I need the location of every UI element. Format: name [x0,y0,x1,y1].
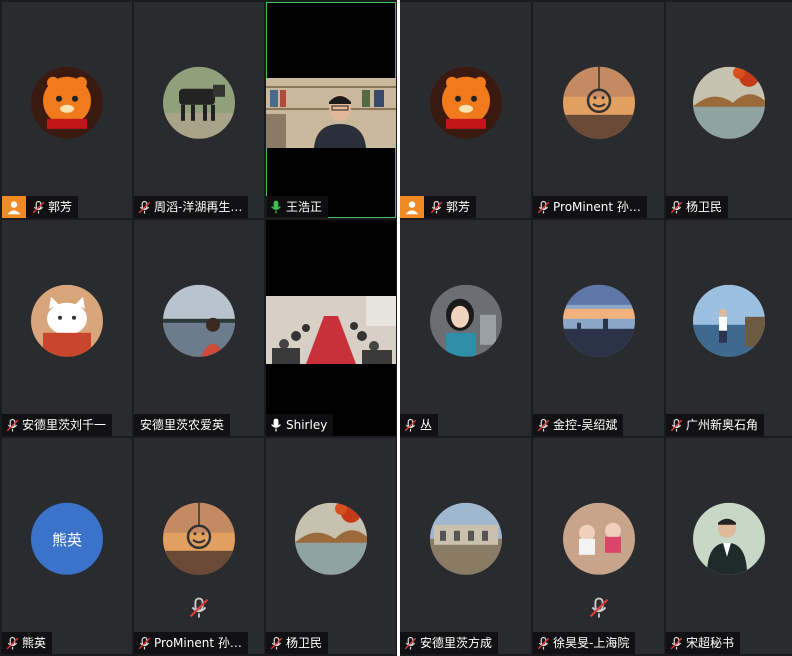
participant-name-bar: 熊英 [2,632,53,654]
mic-muted-icon [266,632,286,654]
participant-name-bar: 杨卫民 [666,196,729,218]
host-person-icon [400,196,424,218]
participant-tile[interactable]: 郭芳 [2,2,132,218]
participant-tile[interactable]: Shirley [266,220,396,436]
participant-name-bar: 金控-吴绍斌 [533,414,624,436]
tiger-avatar-icon [31,66,103,139]
participant-tile[interactable]: 郭芳 [400,2,531,218]
participant-tile[interactable]: 丛 [400,220,531,436]
participant-name-bar: 安德里茨农爱英 [134,414,231,436]
mic-muted-icon [533,414,553,436]
city-skyline-avatar-icon [562,284,635,357]
man-by-water-avatar-icon [693,284,765,357]
mic-icon [266,414,286,436]
sunset-smiley-avatar-icon [562,66,635,139]
participant-name-bar: 郭芳 [400,196,477,218]
mic-muted-icon [666,414,686,436]
participant-tile[interactable]: 广州新奥石角 [666,220,792,436]
participant-name-bar: 丛 [400,414,439,436]
participant-name: 王浩正 [286,200,323,214]
participant-name: 广州新奥石角 [686,418,759,432]
participant-name-bar: ProMinent 孙… [134,632,248,654]
participant-name: 丛 [420,418,433,432]
meeting-panel-left: 郭芳 周滔-洋湖再生… 王浩正 安德里茨刘千一 安德里茨农爱英 Shirley … [0,0,397,656]
mic-muted-icon [134,632,154,654]
participant-tile[interactable]: 熊英 熊英 [2,438,132,654]
participant-name: 郭芳 [48,200,73,214]
participant-name-bar: Shirley [266,414,334,436]
babies-avatar-icon [562,502,635,575]
participant-name-bar: 王浩正 [266,196,329,218]
participant-tile[interactable]: ProMinent 孙… [134,438,264,654]
girl-avatar-icon [429,284,502,357]
mic-muted-icon [533,632,553,654]
lakeside-avatar-icon [163,284,235,357]
participant-name: 郭芳 [446,200,471,214]
building-avatar-icon [429,502,502,575]
host-person-icon [2,196,26,218]
participant-name-bar: 广州新奥石角 [666,414,765,436]
mic-muted-icon [134,196,154,218]
participant-name: ProMinent 孙… [154,636,242,650]
participant-tile[interactable]: 杨卫民 [266,438,396,654]
participant-tile[interactable]: 安德里茨农爱英 [134,220,264,436]
participant-name-bar: 安德里茨方成 [400,632,499,654]
mic-muted-icon [533,196,553,218]
participant-name: 杨卫民 [686,200,723,214]
mic-muted-icon [28,196,48,218]
participant-tile[interactable]: 安德里茨刘千一 [2,220,132,436]
participant-tile[interactable]: ProMinent 孙… [533,2,664,218]
participant-video-feed [266,78,396,148]
participant-name-bar: 杨卫民 [266,632,329,654]
participant-name: ProMinent 孙… [553,200,641,214]
robot-dog-avatar-icon [163,66,235,139]
meeting-panel-right: 郭芳 ProMinent 孙… 杨卫民 丛 金控-吴绍斌 广州新奥石角 安德里茨… [400,0,792,656]
autumn-lake-avatar-icon [693,66,765,139]
mic-muted-icon [400,414,420,436]
participant-name-bar: 郭芳 [2,196,79,218]
man-portrait-avatar-icon [693,502,765,575]
participant-name: 金控-吴绍斌 [553,418,618,432]
meeting-room-video-feed [266,296,396,364]
muted-mic-icon [587,596,611,624]
participant-name-bar: 徐昊旻-上海院 [533,632,636,654]
participant-name: 安德里茨刘千一 [22,418,107,432]
muted-mic-icon [187,596,211,624]
sunset-smiley-avatar-icon [163,502,235,575]
tiger-avatar-icon [429,66,502,139]
mic-muted-icon [666,632,686,654]
participant-name: 周滔-洋湖再生… [154,200,243,214]
participant-tile[interactable]: 金控-吴绍斌 [533,220,664,436]
participant-name: 杨卫民 [286,636,323,650]
participant-name-bar: ProMinent 孙… [533,196,647,218]
participant-name: 安德里茨农爱英 [140,418,225,432]
mic-muted-icon [2,414,22,436]
mic-speaking-icon [266,196,286,218]
participant-name: 徐昊旻-上海院 [553,636,630,650]
cat-avatar-icon [31,284,103,357]
autumn-lake-avatar-icon [295,502,367,575]
mic-muted-icon [400,632,420,654]
participant-tile[interactable]: 徐昊旻-上海院 [533,438,664,654]
participant-name: Shirley [286,418,328,432]
mic-muted-icon [666,196,686,218]
participant-name-bar: 宋超秘书 [666,632,741,654]
participant-tile[interactable]: 周滔-洋湖再生… [134,2,264,218]
participant-name: 熊英 [22,636,47,650]
participant-tile[interactable]: 宋超秘书 [666,438,792,654]
participant-name: 宋超秘书 [686,636,735,650]
participant-name-bar: 安德里茨刘千一 [2,414,113,436]
initials-avatar: 熊英 [31,502,103,575]
mic-muted-icon [2,632,22,654]
participant-tile[interactable]: 安德里茨方成 [400,438,531,654]
participant-tile[interactable]: 王浩正 [266,2,396,218]
participant-tile[interactable]: 杨卫民 [666,2,792,218]
participant-name: 安德里茨方成 [420,636,493,650]
participant-name-bar: 周滔-洋湖再生… [134,196,249,218]
mic-muted-icon [426,196,446,218]
